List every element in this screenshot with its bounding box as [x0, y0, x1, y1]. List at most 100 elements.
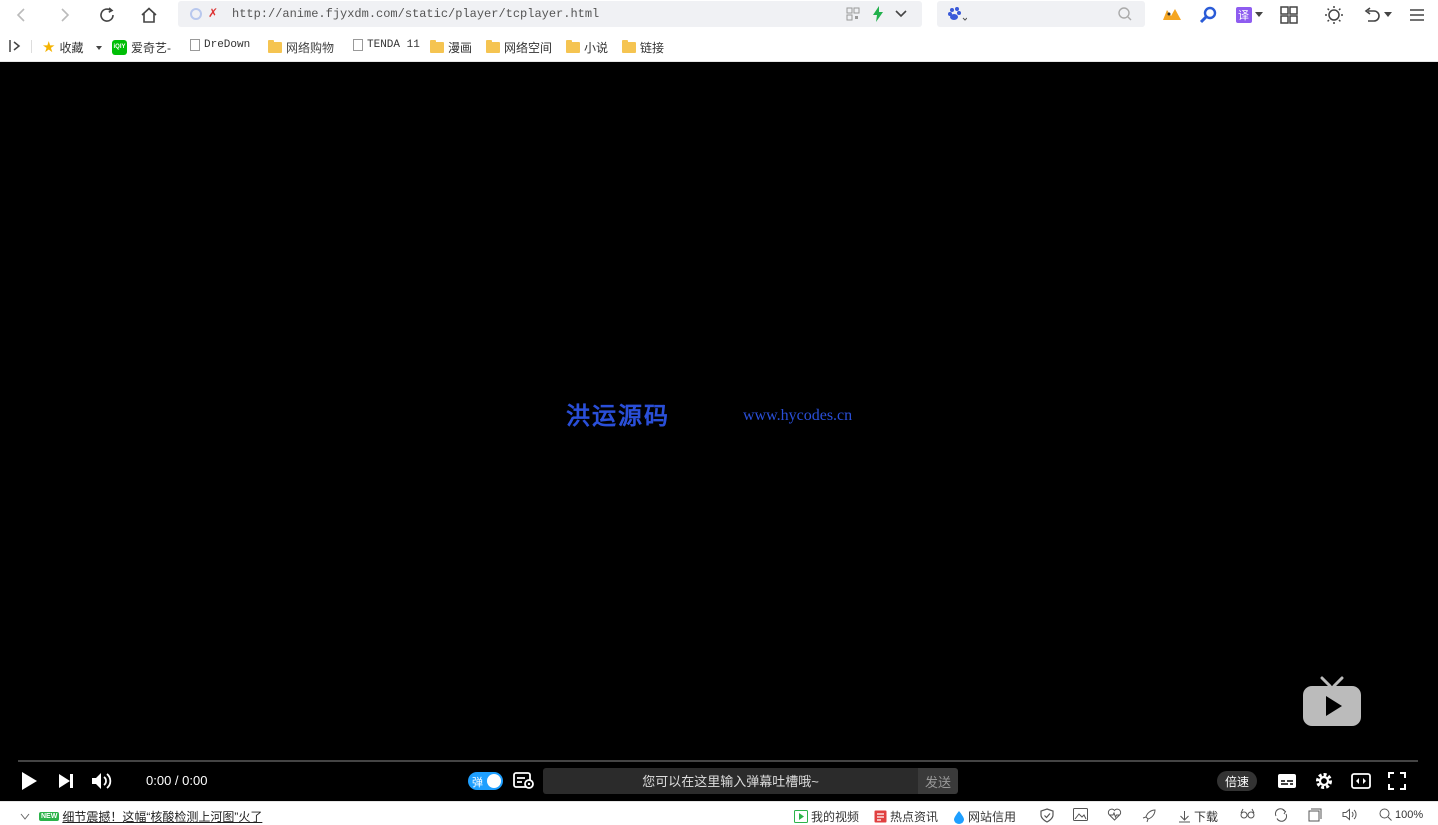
- search-input[interactable]: [973, 5, 1113, 23]
- refresh-icon[interactable]: [95, 3, 119, 27]
- search-icon[interactable]: [1117, 6, 1133, 25]
- drop-icon: [954, 810, 964, 824]
- star-icon: ★: [42, 38, 56, 56]
- zoom-control[interactable]: 100%: [1379, 808, 1423, 821]
- lightning-icon[interactable]: [872, 6, 884, 25]
- news-icon: [874, 810, 887, 823]
- bookmark-iqiyi[interactable]: iQIY 爱奇艺-: [112, 39, 171, 56]
- chevron-down-icon[interactable]: [20, 813, 30, 821]
- status-label: 我的视频: [811, 810, 860, 824]
- video-icon: [794, 810, 808, 823]
- bookmark-favorites[interactable]: ★ 收藏: [42, 39, 103, 56]
- menu-icon[interactable]: [1405, 3, 1429, 27]
- bookmark-label: TENDA 11: [367, 39, 420, 51]
- fullscreen-icon[interactable]: [1386, 770, 1408, 792]
- progress-bar[interactable]: [18, 760, 1418, 762]
- bookmark-label: DreDown: [204, 39, 251, 51]
- folder-icon: [622, 40, 636, 53]
- speed-button[interactable]: 倍速: [1217, 771, 1257, 791]
- hot-news-button[interactable]: 热点资讯: [874, 808, 938, 825]
- undo-icon[interactable]: [1360, 3, 1394, 27]
- new-badge: NEW: [39, 812, 60, 821]
- translate-icon[interactable]: 译: [1232, 3, 1266, 27]
- webpage-fullscreen-icon[interactable]: [1350, 770, 1372, 792]
- rocket-icon[interactable]: [1142, 808, 1157, 823]
- volume-icon[interactable]: [90, 770, 114, 792]
- bookmark-label: 网络购物: [286, 41, 335, 55]
- home-icon[interactable]: [137, 3, 161, 27]
- page-icon: [190, 39, 200, 51]
- bookmark-label: 爱奇艺-: [131, 41, 171, 55]
- danmu-toggle[interactable]: 弹: [468, 772, 503, 790]
- watermark-title: 洪运源码: [566, 401, 670, 430]
- bookmark-label: 收藏: [59, 41, 84, 55]
- download-icon: [1179, 811, 1190, 823]
- download-button[interactable]: 下载: [1178, 808, 1218, 825]
- bookmarks-bar: ★ 收藏 iQIY 爱奇艺- DreDown 网络购物 TENDA 11 漫画 …: [0, 31, 1438, 62]
- bookmark-dredown[interactable]: DreDown: [190, 39, 250, 51]
- window-icon[interactable]: [1308, 808, 1322, 822]
- time-display: 0:00 / 0:00: [146, 773, 208, 788]
- bookmark-label: 链接: [640, 41, 665, 55]
- status-label: 下载: [1194, 810, 1219, 824]
- heart-icon[interactable]: [1107, 808, 1122, 821]
- insecure-icon[interactable]: ✗: [208, 6, 218, 20]
- folder-icon: [268, 40, 282, 53]
- bookmark-folder-shopping[interactable]: 网络购物: [268, 39, 334, 56]
- bookmark-label: 小说: [584, 41, 609, 55]
- bookmark-folder-cyberspace[interactable]: 网络空间: [486, 39, 552, 56]
- folder-icon: [486, 40, 500, 53]
- extension-icon[interactable]: [1160, 3, 1184, 27]
- bookmark-tenda[interactable]: TENDA 11: [353, 39, 420, 51]
- apps-grid-icon[interactable]: [1277, 3, 1301, 27]
- image-icon[interactable]: [1073, 808, 1088, 821]
- bookmark-folder-links[interactable]: 链接: [622, 39, 664, 56]
- divider: [31, 40, 32, 53]
- sync-icon[interactable]: [1274, 808, 1288, 822]
- search-bar[interactable]: [937, 1, 1145, 27]
- glasses-icon[interactable]: [1240, 808, 1255, 820]
- address-bar[interactable]: ✗ http://anime.fjyxdm.com/static/player/…: [178, 1, 922, 27]
- status-bar: NEW 细节震撼！这幅“核酸检测上河图”火了 我的视频 热点资讯 网站信用 下载: [0, 801, 1438, 824]
- status-label: 热点资讯: [890, 810, 939, 824]
- video-player[interactable]: 洪运源码 www.hycodes.cn 0:00 / 0:00 弹 发送 倍速: [0, 62, 1438, 801]
- bookmark-label: 网络空间: [504, 41, 553, 55]
- gear-icon[interactable]: [1313, 770, 1335, 792]
- subtitles-icon[interactable]: [1276, 770, 1298, 792]
- watermark-url: www.hycodes.cn: [743, 407, 853, 424]
- bookmark-folder-novels[interactable]: 小说: [566, 39, 608, 56]
- tv-logo-icon: [1302, 676, 1362, 731]
- forward-icon[interactable]: [52, 3, 76, 27]
- url-text[interactable]: http://anime.fjyxdm.com/static/player/tc…: [232, 7, 599, 21]
- qr-icon[interactable]: [846, 7, 860, 24]
- play-icon[interactable]: [18, 770, 40, 792]
- site-credit-button[interactable]: 网站信用: [953, 808, 1016, 825]
- sidebar-toggle-icon[interactable]: [8, 39, 22, 53]
- zoom-level: 100%: [1395, 808, 1424, 821]
- news-link[interactable]: 细节震撼！这幅“核酸检测上河图”火了: [62, 808, 262, 825]
- danmu-toggle-label: 弹: [472, 777, 483, 789]
- folder-icon: [566, 40, 580, 53]
- my-video-button[interactable]: 我的视频: [794, 808, 859, 825]
- send-button[interactable]: 发送: [918, 768, 958, 794]
- danmu-settings-icon[interactable]: [512, 770, 536, 792]
- danmu-input[interactable]: [543, 768, 918, 794]
- zoom-icon: [1379, 808, 1392, 821]
- site-info-icon[interactable]: [190, 8, 202, 20]
- chevron-down-icon[interactable]: [95, 45, 103, 51]
- magnifier-icon[interactable]: [1196, 3, 1220, 27]
- folder-icon: [430, 40, 444, 53]
- chevron-down-icon[interactable]: [894, 8, 908, 22]
- browser-toolbar: ✗ http://anime.fjyxdm.com/static/player/…: [0, 0, 1438, 30]
- bookmark-folder-comics[interactable]: 漫画: [430, 39, 472, 56]
- iqiyi-icon: iQIY: [112, 40, 127, 55]
- baidu-paw-icon[interactable]: [947, 6, 968, 25]
- back-icon[interactable]: [10, 3, 34, 27]
- brightness-icon[interactable]: [1322, 3, 1346, 27]
- next-icon[interactable]: [55, 770, 77, 792]
- status-label: 网站信用: [968, 810, 1017, 824]
- shield-icon[interactable]: [1040, 808, 1054, 823]
- news-ticker[interactable]: NEW 细节震撼！这幅“核酸检测上河图”火了: [20, 808, 262, 825]
- speaker-icon[interactable]: [1342, 808, 1357, 821]
- toggle-knob: [487, 774, 501, 788]
